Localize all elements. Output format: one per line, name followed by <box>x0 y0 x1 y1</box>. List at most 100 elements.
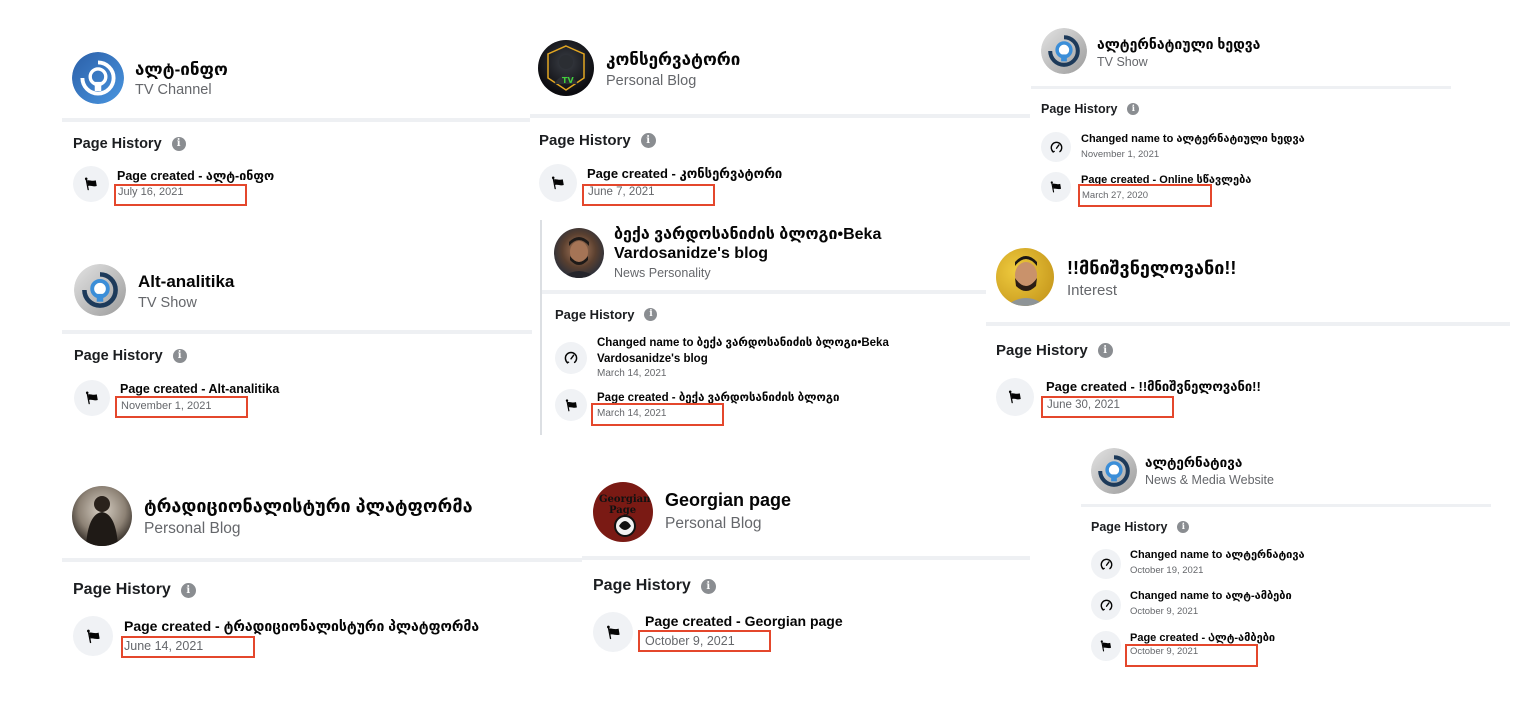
page-category: News & Media Website <box>1145 473 1274 487</box>
page-category: TV Show <box>1097 55 1148 69</box>
info-icon[interactable]: i <box>1097 343 1113 358</box>
page-name[interactable]: ტრადიციონალისტური პლატფორმა <box>144 496 473 517</box>
page-history-label: Page History <box>555 307 635 322</box>
alt-logo-icon <box>1041 28 1087 74</box>
info-icon[interactable]: i <box>1177 521 1190 533</box>
info-icon[interactable]: i <box>180 582 196 598</box>
svg-text:Page: Page <box>609 505 636 516</box>
page-panel: ალტერნატივა News & Media Website Page Hi… <box>1081 444 1491 680</box>
flag-icon <box>73 616 113 656</box>
highlight-box <box>114 184 247 206</box>
separator <box>62 558 582 562</box>
page-name[interactable]: ბექა ვარდოსანიძის ბლოგი•Beka Vardosanidz… <box>614 225 986 263</box>
page-category: TV Channel <box>135 82 212 98</box>
page-avatar[interactable] <box>74 264 126 316</box>
page-history-label: Page History <box>1041 102 1118 116</box>
page-panel: ბექა ვარდოსანიძის ბლოგი•Beka Vardosanidz… <box>542 222 990 437</box>
page-panel: ალტერნატიული ხედვა TV Show Page History … <box>1031 22 1451 212</box>
page-panel: TV კონსერვატორი Personal Blog Page Histo… <box>530 34 1030 219</box>
page-avatar[interactable]: TV <box>538 40 594 96</box>
highlight-box <box>582 184 715 206</box>
entry-date: October 9, 2021 <box>1130 606 1199 617</box>
page-panel: Alt-analitika TV Show Page History i Pag… <box>62 254 532 434</box>
page-name[interactable]: Georgian page <box>665 490 791 511</box>
entry-text: Changed name to ალტ-ამბები <box>1130 590 1292 602</box>
separator <box>530 114 1030 118</box>
separator <box>582 556 1030 560</box>
flag-icon <box>996 378 1034 416</box>
info-icon[interactable]: i <box>171 137 186 151</box>
alt-logo-icon <box>74 264 126 316</box>
highlight-box <box>1125 644 1258 667</box>
separator <box>62 330 532 334</box>
page-name[interactable]: ალტერნატივა <box>1145 455 1242 471</box>
info-icon[interactable]: i <box>644 308 658 321</box>
page-avatar[interactable] <box>72 486 132 546</box>
page-name[interactable]: კონსერვატორი <box>606 50 740 70</box>
entry-text: Page created - Ალტ-ამბები <box>1130 632 1276 644</box>
page-history-label: Page History <box>996 342 1088 359</box>
flag-icon <box>593 612 633 652</box>
page-name[interactable]: Alt-analitika <box>138 272 234 292</box>
page-history-heading: Page History i <box>73 581 196 599</box>
svg-text:Georgian: Georgian <box>599 494 651 505</box>
page-category: Personal Blog <box>606 73 697 89</box>
page-panel: ალტ-ინფო TV Channel Page History i Page … <box>62 40 530 225</box>
entry-text: Changed name to ალტერნატიული ხედვა <box>1081 133 1305 145</box>
page-category: Personal Blog <box>665 515 762 532</box>
name-change-icon <box>555 342 587 374</box>
name-change-icon <box>1091 549 1121 579</box>
separator <box>1031 86 1451 89</box>
page-category: TV Show <box>138 295 197 311</box>
entry-text: Page created - Alt-analitika <box>120 382 280 396</box>
flag-icon <box>555 389 587 421</box>
info-icon[interactable]: i <box>1127 103 1140 115</box>
page-avatar[interactable] <box>996 248 1054 306</box>
page-history-heading: Page History i <box>539 132 656 149</box>
avatar-image-icon: Georgian Page <box>599 494 651 537</box>
info-icon[interactable]: i <box>640 133 656 148</box>
entry-text: Page created - ბექა ვარდოსანიძის ბლოგი <box>597 392 840 404</box>
entry-text: Page created - Georgian page <box>645 613 843 629</box>
avatar-image-icon <box>1006 256 1046 306</box>
avatar-image-icon <box>86 496 118 546</box>
alt-logo-icon <box>1091 448 1137 494</box>
flag-icon <box>539 164 577 202</box>
page-avatar[interactable] <box>72 52 124 104</box>
separator <box>986 322 1510 326</box>
avatar-image-icon <box>562 237 596 278</box>
info-icon[interactable]: i <box>700 578 716 594</box>
page-avatar[interactable] <box>1091 448 1137 494</box>
page-panel: !!მნიშვნელოვანი!! Interest Page History … <box>986 238 1510 428</box>
page-history-label: Page History <box>73 581 171 598</box>
page-history-label: Page History <box>73 136 162 152</box>
page-name[interactable]: ალტ-ინფო <box>135 60 228 80</box>
entry-text: Changed name to ალტერნატივა <box>1130 549 1305 561</box>
highlight-box <box>1078 184 1212 207</box>
flag-icon <box>1091 631 1121 661</box>
page-history-heading: Page History i <box>996 342 1113 359</box>
page-history-heading: Page History i <box>73 136 186 152</box>
avatar-image-icon: TV <box>547 45 585 91</box>
page-name-text: ბექა ვარდოსანიძის ბლოგი•Beka Vardosanidz… <box>614 226 882 262</box>
info-icon[interactable]: i <box>172 349 187 363</box>
flag-icon <box>73 166 109 202</box>
page-category: News Personality <box>614 266 711 280</box>
alt-logo-icon <box>72 52 124 104</box>
page-history-label: Page History <box>593 577 691 594</box>
entry-date: November 1, 2021 <box>1081 149 1160 160</box>
page-name[interactable]: !!მნიშვნელოვანი!! <box>1067 258 1236 279</box>
page-avatar[interactable]: Georgian Page <box>593 482 653 542</box>
highlight-box <box>1041 396 1174 418</box>
name-change-icon <box>1041 132 1071 162</box>
page-name[interactable]: ალტერნატიული ხედვა <box>1097 36 1260 53</box>
separator <box>542 290 990 294</box>
highlight-box <box>121 636 255 658</box>
page-category: Personal Blog <box>144 520 241 537</box>
entry-text: Page created - კონსერვატორი <box>587 166 783 181</box>
page-avatar[interactable] <box>1041 28 1087 74</box>
entry-text: Page created - ალტ-ინფო <box>117 169 275 183</box>
page-history-heading: Page History i <box>1091 520 1190 534</box>
page-history-label: Page History <box>74 348 163 364</box>
page-avatar[interactable] <box>554 228 604 278</box>
